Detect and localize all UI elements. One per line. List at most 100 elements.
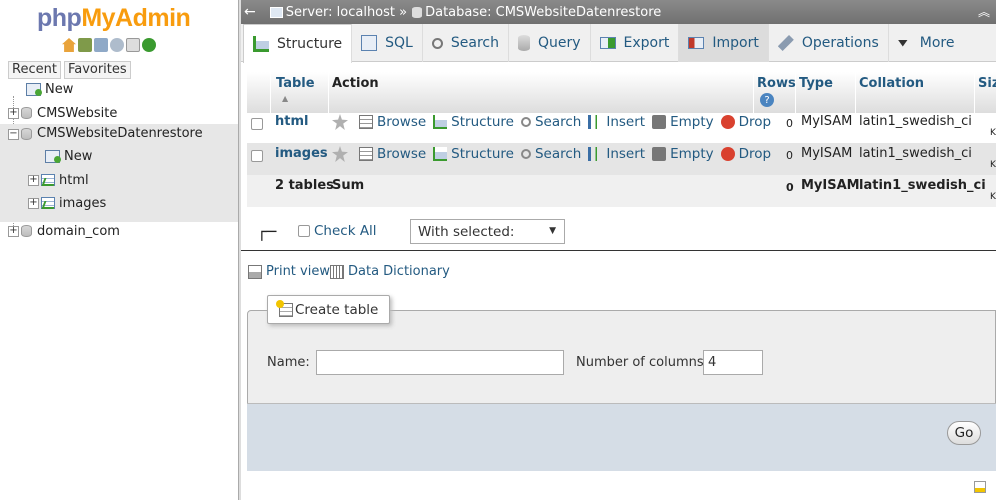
- go-button[interactable]: Go: [947, 421, 981, 445]
- tab-export[interactable]: Export: [591, 24, 680, 62]
- empty-action[interactable]: Empty: [652, 146, 714, 162]
- structure-action[interactable]: Structure: [433, 146, 514, 162]
- drop-action[interactable]: Drop: [720, 146, 771, 162]
- empty-icon: [652, 147, 667, 161]
- header-size[interactable]: Siz: [978, 76, 996, 91]
- tree-item-images[interactable]: + images: [0, 192, 238, 214]
- tree-item-domain-com[interactable]: + domain_com: [0, 220, 238, 242]
- arrow-up-icon: ┌─: [257, 222, 277, 241]
- insert-action[interactable]: Insert: [588, 114, 645, 130]
- header-rows[interactable]: Rows: [757, 76, 796, 91]
- insert-icon: [588, 147, 603, 161]
- check-all-checkbox[interactable]: [298, 225, 310, 237]
- database-icon: [412, 6, 423, 18]
- insert-action[interactable]: Insert: [588, 146, 645, 162]
- browse-action[interactable]: Browse: [359, 114, 426, 130]
- data-dictionary-icon: [330, 264, 344, 279]
- collapse-nav-icon[interactable]: ←: [244, 4, 256, 20]
- new-database-icon: [26, 82, 42, 96]
- tree-item-db2-new[interactable]: New: [0, 145, 238, 167]
- summary-label: Sum: [332, 178, 365, 193]
- database-icon: [21, 225, 32, 237]
- search-action[interactable]: Search: [520, 146, 581, 162]
- tree-item-html[interactable]: + html: [0, 169, 238, 191]
- tab-operations[interactable]: Operations: [769, 24, 889, 62]
- search-icon: [520, 149, 531, 159]
- logout-icon[interactable]: [78, 38, 92, 52]
- tab-search[interactable]: Search: [423, 24, 509, 62]
- check-all-label[interactable]: Check All: [314, 223, 377, 239]
- reload-icon[interactable]: [142, 38, 156, 52]
- favorites-button[interactable]: Favorites: [63, 61, 131, 79]
- new-table-icon: [45, 149, 61, 163]
- tab-import[interactable]: Import: [679, 24, 769, 62]
- summary-collation: latin1_swedish_ci: [859, 178, 986, 193]
- tab-more[interactable]: More: [889, 24, 964, 62]
- console-toggle-icon[interactable]: [974, 481, 986, 493]
- search-icon: [520, 117, 531, 127]
- home-icon[interactable]: [62, 38, 76, 52]
- row-type: MyISAM: [801, 146, 853, 161]
- row-size: K: [990, 160, 996, 170]
- structure-action[interactable]: Structure: [433, 114, 514, 130]
- with-selected-select[interactable]: With selected: ▼: [410, 219, 565, 244]
- table-name-link[interactable]: html: [275, 114, 308, 129]
- new-table-icon: [276, 299, 293, 317]
- expand-icon[interactable]: +: [28, 197, 39, 209]
- row-actions: Browse Structure Search Insert Empty Dro…: [332, 146, 778, 162]
- wrench-icon: [777, 35, 794, 51]
- breadcrumb-server[interactable]: Server: localhost »: [286, 5, 407, 20]
- sql-icon: [361, 35, 378, 51]
- table-icon: [41, 174, 55, 186]
- drop-action[interactable]: Drop: [720, 114, 771, 130]
- browse-action[interactable]: Browse: [359, 146, 426, 162]
- breadcrumb-database[interactable]: Database: CMSWebsiteDatenrestore: [425, 5, 661, 20]
- table-icon: [41, 197, 55, 209]
- settings-icon[interactable]: [126, 38, 140, 52]
- structure-icon: [433, 147, 448, 161]
- header-action: Action: [332, 76, 379, 91]
- expand-icon[interactable]: +: [8, 107, 19, 119]
- query-window-icon[interactable]: [94, 38, 108, 52]
- tree-item-cmswebsite[interactable]: + CMSWebsite: [0, 102, 238, 124]
- expand-icon[interactable]: +: [28, 174, 39, 186]
- tree-item-new[interactable]: New: [0, 78, 238, 100]
- browse-icon: [359, 115, 373, 129]
- number-of-columns-input[interactable]: [703, 350, 763, 375]
- create-table-footer: [247, 403, 996, 471]
- row-collation: latin1_swedish_ci: [859, 114, 972, 129]
- recent-button[interactable]: Recent: [8, 61, 61, 79]
- table-name-input[interactable]: [316, 350, 564, 375]
- print-view-link[interactable]: Print view: [248, 264, 330, 279]
- server-icon: [269, 6, 283, 18]
- summary-size: K: [990, 192, 996, 202]
- row-count: 0: [786, 149, 793, 162]
- expand-icon[interactable]: +: [8, 225, 19, 237]
- structure-icon: [253, 36, 269, 52]
- browse-icon: [359, 147, 373, 161]
- navigation-panel: phpMyAdmin Recent Favorites New + CMSWeb…: [0, 0, 240, 500]
- scroll-top-icon[interactable]: ︽: [978, 3, 990, 20]
- empty-icon: [652, 115, 667, 129]
- phpmyadmin-logo[interactable]: phpMyAdmin: [37, 4, 191, 33]
- row-type: MyISAM: [801, 114, 853, 129]
- data-dictionary-link[interactable]: Data Dictionary: [330, 264, 450, 279]
- tab-structure[interactable]: Structure: [243, 24, 353, 63]
- help-icon[interactable]: ?: [760, 93, 774, 107]
- collapse-icon[interactable]: −: [8, 129, 19, 140]
- favorite-star-icon[interactable]: [332, 146, 352, 162]
- favorite-star-icon[interactable]: [332, 114, 352, 130]
- table-name-link[interactable]: images: [275, 146, 328, 161]
- search-action[interactable]: Search: [520, 114, 581, 130]
- documentation-icon[interactable]: [110, 38, 124, 52]
- empty-action[interactable]: Empty: [652, 114, 714, 130]
- row-checkbox[interactable]: [251, 150, 263, 162]
- nav-icon-bar: [62, 38, 156, 52]
- row-checkbox[interactable]: [251, 118, 263, 130]
- header-type[interactable]: Type: [799, 76, 833, 91]
- tab-query[interactable]: Query: [509, 24, 591, 62]
- header-table[interactable]: Table: [276, 76, 315, 91]
- header-collation[interactable]: Collation: [859, 76, 924, 91]
- tab-sql[interactable]: SQL: [352, 24, 423, 62]
- insert-icon: [588, 115, 603, 129]
